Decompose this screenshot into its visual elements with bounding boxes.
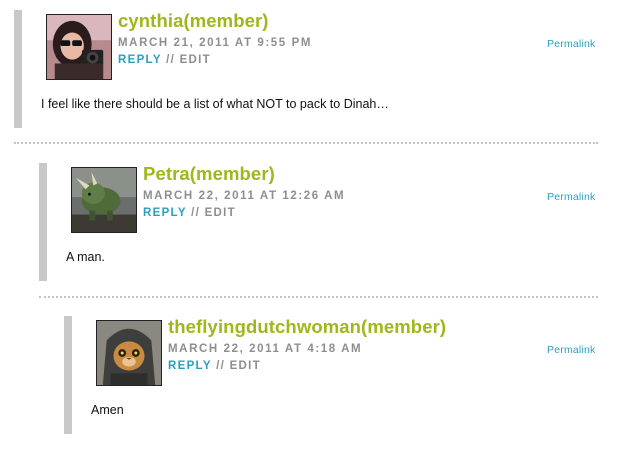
comment-text: A man. — [66, 250, 105, 264]
reply-link[interactable]: REPLY — [118, 54, 162, 66]
permalink-link[interactable]: Permalink — [547, 38, 595, 50]
person-with-camera-avatar-icon — [47, 15, 111, 79]
comment-text: I feel like there should be a list of wh… — [41, 97, 389, 111]
comment-2: Petra(member) MARCH 22, 2011 AT 12:26 AM… — [39, 163, 604, 283]
reply-link[interactable]: REPLY — [143, 207, 187, 219]
avatar[interactable] — [71, 167, 137, 233]
comment-divider — [39, 296, 598, 298]
author-name[interactable]: Petra(member) — [143, 163, 275, 185]
avatar[interactable] — [96, 320, 162, 386]
action-separator: // — [191, 207, 205, 219]
comment-divider — [14, 142, 598, 144]
thread-bar — [64, 316, 72, 434]
comment-actions: REPLY // EDIT — [143, 207, 236, 219]
author-name[interactable]: theflyingdutchwoman(member) — [168, 316, 446, 338]
avatar[interactable] — [46, 14, 112, 80]
comment-3: theflyingdutchwoman(member) MARCH 22, 20… — [64, 316, 604, 436]
comment-actions: REPLY // EDIT — [118, 54, 211, 66]
cat-in-hoodie-avatar-icon — [97, 321, 161, 385]
comment-1: cynthia(member) MARCH 21, 2011 AT 9:55 P… — [14, 10, 604, 130]
comment-date: MARCH 22, 2011 AT 12:26 AM — [143, 190, 346, 202]
comment-actions: REPLY // EDIT — [168, 360, 261, 372]
thread-bar — [39, 163, 47, 281]
reply-link[interactable]: REPLY — [168, 360, 212, 372]
comment-text: Amen — [91, 403, 124, 417]
edit-link[interactable]: EDIT — [230, 360, 261, 372]
permalink-link[interactable]: Permalink — [547, 191, 595, 203]
permalink-link[interactable]: Permalink — [547, 344, 595, 356]
edit-link[interactable]: EDIT — [205, 207, 236, 219]
action-separator: // — [216, 360, 230, 372]
edit-link[interactable]: EDIT — [180, 54, 211, 66]
comment-date: MARCH 22, 2011 AT 4:18 AM — [168, 343, 363, 355]
triceratops-avatar-icon — [72, 168, 136, 232]
thread-bar — [14, 10, 22, 128]
comment-date: MARCH 21, 2011 AT 9:55 PM — [118, 37, 313, 49]
author-name[interactable]: cynthia(member) — [118, 10, 269, 32]
action-separator: // — [166, 54, 180, 66]
